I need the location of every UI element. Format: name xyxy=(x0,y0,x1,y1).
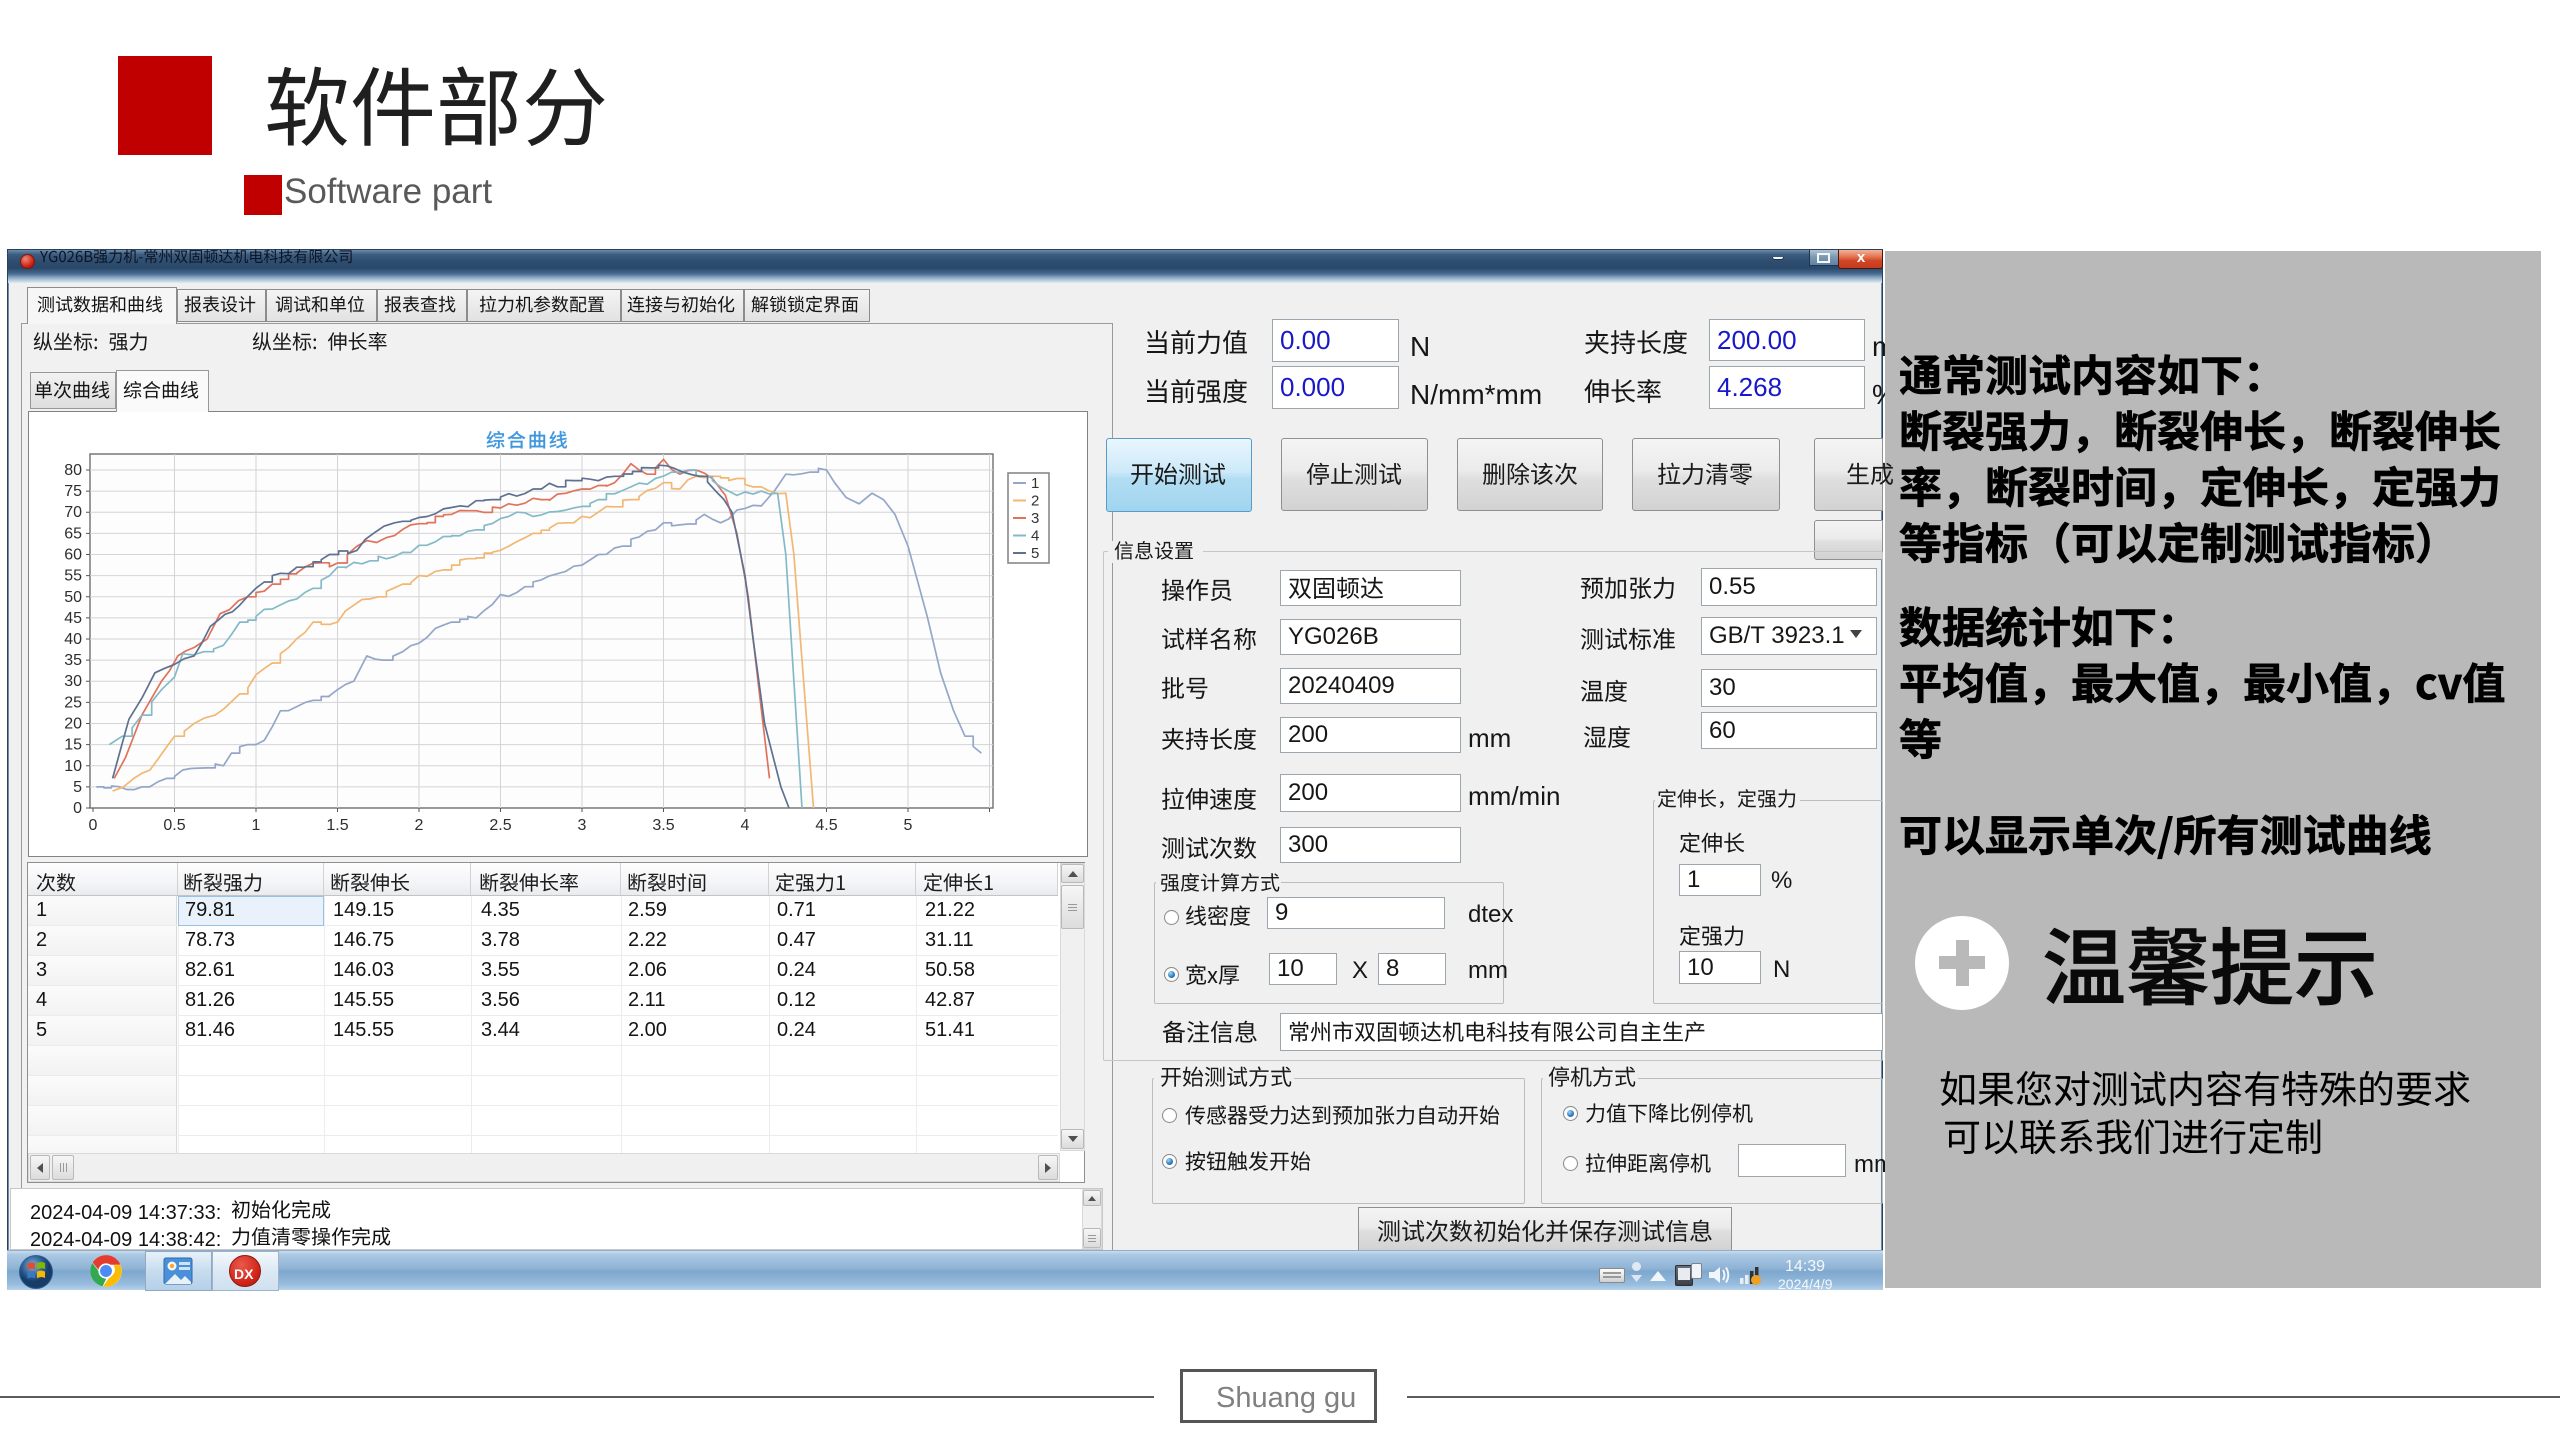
svg-text:20: 20 xyxy=(64,716,82,733)
svg-text:55: 55 xyxy=(64,568,82,585)
svg-text:0: 0 xyxy=(73,800,82,817)
svg-text:65: 65 xyxy=(64,525,82,542)
svg-text:0.5: 0.5 xyxy=(163,817,185,834)
svg-text:1: 1 xyxy=(1031,475,1039,492)
svg-text:0: 0 xyxy=(89,817,98,834)
svg-text:2: 2 xyxy=(1031,493,1039,510)
svg-text:3: 3 xyxy=(1031,510,1039,527)
svg-text:70: 70 xyxy=(64,504,82,521)
svg-text:3.5: 3.5 xyxy=(652,817,674,834)
svg-text:45: 45 xyxy=(64,610,82,627)
svg-text:5: 5 xyxy=(1031,545,1039,562)
svg-text:35: 35 xyxy=(64,652,82,669)
svg-text:2: 2 xyxy=(415,817,424,834)
svg-text:40: 40 xyxy=(64,631,82,648)
svg-text:75: 75 xyxy=(64,483,82,500)
svg-text:4.5: 4.5 xyxy=(815,817,837,834)
svg-text:3: 3 xyxy=(578,817,587,834)
svg-text:2.5: 2.5 xyxy=(489,817,511,834)
svg-text:5: 5 xyxy=(73,779,82,796)
svg-text:25: 25 xyxy=(64,694,82,711)
svg-text:1: 1 xyxy=(252,817,261,834)
svg-text:50: 50 xyxy=(64,589,82,606)
svg-text:1.5: 1.5 xyxy=(326,817,348,834)
svg-text:10: 10 xyxy=(64,758,82,775)
svg-text:4: 4 xyxy=(1031,528,1039,545)
svg-text:15: 15 xyxy=(64,737,82,754)
svg-text:4: 4 xyxy=(741,817,750,834)
svg-text:60: 60 xyxy=(64,547,82,564)
svg-text:80: 80 xyxy=(64,462,82,479)
svg-text:30: 30 xyxy=(64,673,82,690)
svg-text:5: 5 xyxy=(904,817,913,834)
